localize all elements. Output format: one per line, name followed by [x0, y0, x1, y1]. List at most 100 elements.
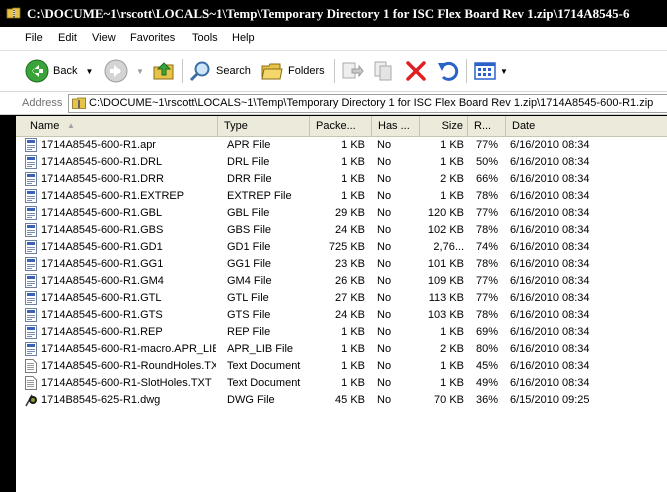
menu-favorites[interactable]: Favorites [130, 32, 175, 44]
file-size: 1 KB [440, 190, 464, 202]
file-size: 2 KB [440, 173, 464, 185]
file-packed-size: 725 KB [328, 241, 365, 253]
file-has-password: No [377, 258, 392, 270]
column-header-date[interactable]: Date [506, 116, 667, 136]
file-list-view[interactable]: Name ▲ Type Packe... Has ... Size R... D… [16, 116, 667, 492]
delete-button[interactable] [404, 58, 428, 84]
back-button[interactable]: Back ▼ [25, 58, 93, 84]
file-packed-size: 24 KB [335, 224, 365, 236]
title-bar: C:\DOCUME~1\rscott\LOCALS~1\Temp\Tempora… [0, 0, 667, 27]
file-type: GM4 File [227, 275, 272, 287]
menu-help[interactable]: Help [232, 32, 255, 44]
file-packed-size: 24 KB [335, 309, 365, 321]
file-ratio: 50% [475, 156, 498, 168]
copy-to-icon [374, 61, 392, 81]
search-icon [189, 61, 210, 82]
menu-edit[interactable]: Edit [58, 32, 77, 44]
menu-view[interactable]: View [92, 32, 116, 44]
table-row[interactable]: 1714A8545-600-R1-RoundHoles.TXT Text Docu… [16, 358, 667, 375]
folders-button[interactable]: Folders [260, 58, 325, 84]
document-icon [25, 257, 37, 271]
file-name: 1714A8545-600-R1.GBS [41, 224, 164, 236]
file-size: 120 KB [427, 207, 464, 219]
file-date: 6/15/2010 09:25 [510, 394, 590, 406]
up-folder-icon [153, 62, 174, 80]
file-type: GTS File [227, 309, 271, 321]
toolbar: Back ▼ ▼ Search Folders ▼ [0, 51, 667, 92]
column-header-ratio[interactable]: R... [468, 116, 506, 136]
table-row[interactable]: 1714A8545-600-R1.GD1 GD1 File 725 KB No 2,76… [16, 239, 667, 256]
file-size: 1 KB [440, 360, 464, 372]
file-name: 1714A8545-600-R1.GG1 [41, 258, 164, 270]
file-date: 6/16/2010 08:34 [510, 258, 590, 270]
search-button[interactable]: Search [188, 58, 251, 84]
table-row[interactable]: 1714A8545-600-R1.GBL GBL File 29 KB No 120 K… [16, 205, 667, 222]
file-ratio: 49% [475, 377, 498, 389]
column-header-name[interactable]: Name ▲ [16, 116, 218, 136]
table-row[interactable]: 1714A8545-600-R1.GM4 GM4 File 26 KB No 109 K… [16, 273, 667, 290]
file-has-password: No [377, 190, 392, 202]
back-dropdown-icon[interactable]: ▼ [85, 67, 93, 76]
back-arrow-icon [25, 59, 49, 83]
forward-dropdown-icon[interactable]: ▼ [136, 67, 144, 76]
document-icon [25, 274, 37, 288]
file-name: 1714A8545-600-R1.GBL [41, 207, 163, 219]
sort-ascending-icon: ▲ [67, 121, 75, 130]
table-row[interactable]: 1714A8545-600-R1.apr APR File 1 KB No 1 KB 77… [16, 137, 667, 154]
file-date: 6/16/2010 08:34 [510, 275, 590, 287]
search-label: Search [216, 65, 251, 77]
file-ratio: 78% [475, 190, 498, 202]
file-ratio: 66% [475, 173, 498, 185]
back-label: Back [53, 65, 78, 77]
views-grid-icon [474, 62, 496, 80]
table-row[interactable]: 1714A8545-600-R1.GG1 GG1 File 23 KB No 101 K… [16, 256, 667, 273]
up-folder-button[interactable] [152, 58, 176, 84]
file-packed-size: 29 KB [335, 207, 365, 219]
file-has-password: No [377, 173, 392, 185]
menu-file[interactable]: File [25, 32, 43, 44]
column-header-has-password[interactable]: Has ... [372, 116, 420, 136]
address-bar: Address C:\DOCUME~1\rscott\LOCALS~1\Temp… [0, 92, 667, 115]
file-type: GD1 File [227, 241, 271, 253]
file-name: 1714A8545-600-R1.EXTREP [41, 190, 185, 202]
file-has-password: No [377, 241, 392, 253]
file-has-password: No [377, 377, 392, 389]
file-type: DRL File [227, 156, 270, 168]
column-header-packed[interactable]: Packe... [310, 116, 372, 136]
text-file-icon [25, 359, 37, 373]
file-date: 6/16/2010 08:34 [510, 173, 590, 185]
views-dropdown-icon[interactable]: ▼ [500, 67, 508, 76]
table-row[interactable]: 1714A8545-600-R1.GTL GTL File 27 KB No 113 K… [16, 290, 667, 307]
table-row[interactable]: 1714B8545-625-R1.dwg DWG File 45 KB No 70 KB… [16, 392, 667, 409]
table-row[interactable]: 1714A8545-600-R1.GTS GTS File 24 KB No 103 K… [16, 307, 667, 324]
move-to-button[interactable] [340, 58, 364, 84]
forward-button[interactable]: ▼ [104, 58, 144, 84]
file-date: 6/16/2010 08:34 [510, 343, 590, 355]
file-packed-size: 23 KB [335, 258, 365, 270]
column-header-size[interactable]: Size [420, 116, 468, 136]
move-to-icon [342, 62, 364, 79]
undo-button[interactable] [436, 58, 460, 84]
file-size: 101 KB [427, 258, 464, 270]
file-size: 2 KB [440, 343, 464, 355]
table-row[interactable]: 1714A8545-600-R1.DRR DRR File 1 KB No 2 KB 66… [16, 171, 667, 188]
copy-to-button[interactable] [372, 58, 396, 84]
file-has-password: No [377, 326, 392, 338]
table-row[interactable]: 1714A8545-600-R1.GBS GBS File 24 KB No 102 K… [16, 222, 667, 239]
file-date: 6/16/2010 08:34 [510, 156, 590, 168]
table-row[interactable]: 1714A8545-600-R1.DRL DRL File 1 KB No 1 KB 50… [16, 154, 667, 171]
table-row[interactable]: 1714A8545-600-R1-SlotHoles.TXT Text Docum… [16, 375, 667, 392]
document-icon [25, 291, 37, 305]
address-input[interactable]: C:\DOCUME~1\rscott\LOCALS~1\Temp\Tempora… [68, 94, 667, 113]
table-row[interactable]: 1714A8545-600-R1.EXTREP EXTREP File 1 KB No… [16, 188, 667, 205]
file-date: 6/16/2010 08:34 [510, 377, 590, 389]
views-button[interactable]: ▼ [473, 58, 508, 84]
menu-tools[interactable]: Tools [192, 32, 218, 44]
table-row[interactable]: 1714A8545-600-R1-macro.APR_LIB APR_LIB Fi… [16, 341, 667, 358]
file-name: 1714A8545-600-R1.apr [41, 139, 156, 151]
file-size: 113 KB [428, 292, 464, 304]
table-row[interactable]: 1714A8545-600-R1.REP REP File 1 KB No 1 KB 69… [16, 324, 667, 341]
file-type: GBL File [227, 207, 270, 219]
document-icon [25, 155, 37, 169]
column-header-type[interactable]: Type [218, 116, 310, 136]
